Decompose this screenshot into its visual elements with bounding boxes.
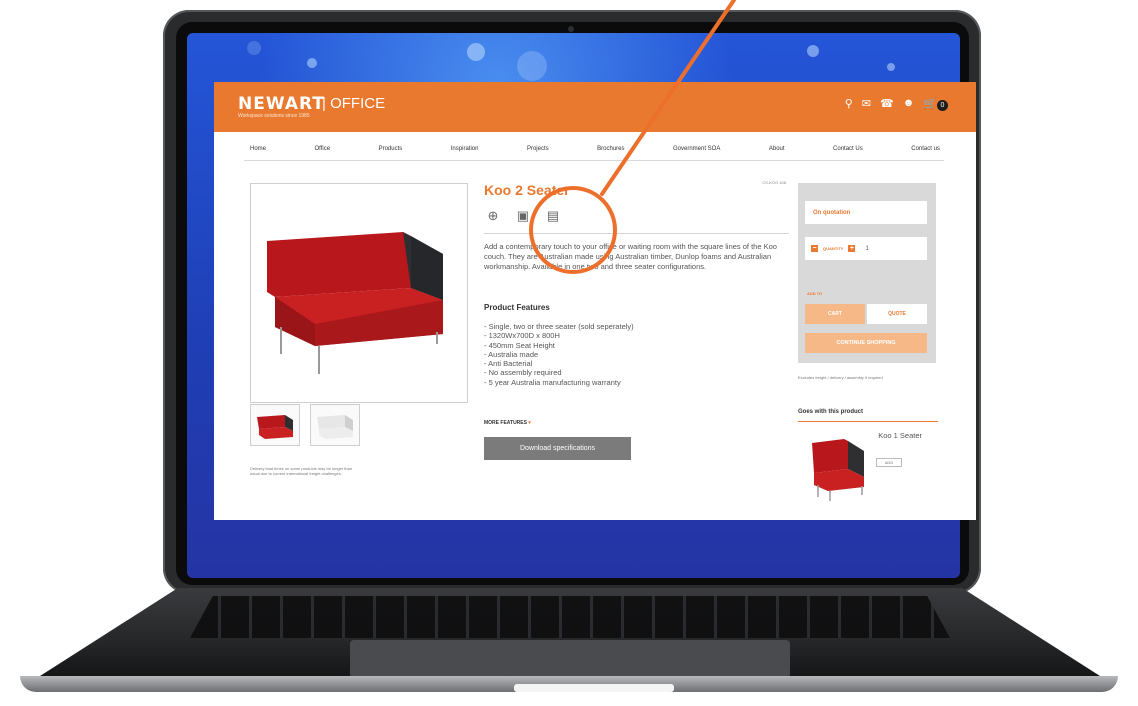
mail-icon[interactable]: ✉: [862, 97, 871, 111]
user-icon[interactable]: ☻: [903, 97, 915, 111]
webpage: NEWART | OFFICE Workspace solutions sinc…: [214, 82, 976, 520]
add-to-label: ADD TO: [807, 291, 823, 296]
related-add-button[interactable]: ADD: [876, 458, 902, 467]
cart-count-badge: 0: [937, 100, 948, 111]
product-description: Add a contemporary touch to your office …: [484, 242, 777, 271]
feature-item: - 450mm Seat Height: [484, 340, 555, 350]
nav-inspiration[interactable]: Inspiration: [451, 146, 479, 152]
logo-section: | OFFICE: [322, 95, 386, 112]
related-product-name[interactable]: Koo 1 Seater: [872, 431, 922, 441]
feature-item: - Anti Bacterial: [484, 359, 533, 369]
feature-item: - 1320Wx700D x 800H: [484, 331, 560, 341]
quantity-value[interactable]: 1: [865, 246, 868, 252]
thumbnail-white[interactable]: [310, 404, 360, 446]
nav-government-soa[interactable]: Government SOA: [673, 146, 720, 152]
search-icon[interactable]: ⚲: [845, 97, 853, 111]
header-icons: ⚲ ✉ ☎ ☻ 🛒 0: [845, 97, 948, 111]
nav-about[interactable]: About: [769, 146, 785, 152]
price-box: On quotation: [805, 201, 927, 224]
laptop-touchpad: [350, 640, 790, 678]
nav-office[interactable]: Office: [315, 146, 331, 152]
nav-brochures[interactable]: Brochures: [597, 146, 624, 152]
add-to-cart-button[interactable]: CART: [805, 304, 865, 324]
product-code: CS-KOO 408: [762, 180, 786, 185]
related-product-image[interactable]: [804, 431, 888, 503]
camera-dot: [568, 26, 574, 32]
thumbnail-red[interactable]: [250, 404, 300, 446]
quantity-label: QUANTITY: [823, 246, 844, 251]
feature-item: - Australia made: [484, 349, 539, 359]
more-features-link[interactable]: MORE FEATURES ▾: [484, 420, 531, 426]
feature-item: - Single, two or three seater (sold sepe…: [484, 322, 634, 331]
plus-icon[interactable]: +: [848, 245, 856, 252]
feature-item: - 5 year Australia manufacturing warrant…: [484, 377, 621, 387]
product-title: Koo 2 Seater: [484, 182, 570, 198]
sofa-thumb-red: [257, 415, 293, 439]
laptop-notch: [514, 684, 674, 692]
product-action-icons: ⊕ ▣ ▤: [485, 208, 561, 224]
sofa-illustration: [267, 232, 443, 374]
purchase-sidebar: On quotation − QUANTITY + 1 ADD TO CART …: [798, 183, 936, 363]
quantity-stepper: − QUANTITY + 1: [805, 237, 927, 260]
product-main-image[interactable]: [250, 183, 468, 403]
sofa-thumb-white: [317, 415, 353, 439]
nav-divider: [244, 160, 944, 161]
freight-note: Excludes freight / delivery / assembly i…: [798, 375, 883, 380]
zoom-icon[interactable]: ⊕: [485, 208, 501, 224]
phone-icon[interactable]: ☎: [880, 97, 894, 111]
main-nav: Home Office Products Inspiration Project…: [250, 146, 940, 152]
features-list: - Single, two or three seater (sold sepe…: [484, 322, 634, 387]
site-logo[interactable]: NEWART: [238, 94, 325, 114]
nav-contact-us-2[interactable]: Contact us: [911, 146, 940, 152]
nav-home[interactable]: Home: [250, 146, 266, 152]
title-divider: [484, 233, 789, 234]
goes-with-heading: Goes with this product: [798, 409, 864, 415]
logo-tagline: Workspace solutions since 1985: [238, 113, 310, 119]
nav-projects[interactable]: Projects: [527, 146, 549, 152]
add-to-quote-button[interactable]: QUOTE: [867, 304, 927, 324]
minus-icon[interactable]: −: [811, 245, 818, 252]
delivery-disclaimer: Delivery lead times on some products may…: [250, 466, 353, 476]
feature-item: - No assembly required: [484, 368, 562, 378]
brochure-icon[interactable]: ▤: [545, 208, 561, 224]
chair-illustration: [812, 439, 864, 501]
download-specifications-button[interactable]: Download specifications: [484, 437, 631, 460]
continue-shopping-button[interactable]: CONTINUE SHOPPING: [805, 333, 927, 353]
laptop-keyboard: [190, 596, 950, 638]
nav-products[interactable]: Products: [379, 146, 403, 152]
triangle-down-icon: ▾: [528, 420, 531, 426]
goes-with-divider: [798, 421, 938, 422]
cart-icon[interactable]: 🛒 0: [923, 97, 948, 111]
features-heading: Product Features: [484, 303, 550, 312]
3d-view-icon[interactable]: ▣: [515, 208, 531, 224]
nav-contact-us-1[interactable]: Contact Us: [833, 146, 863, 152]
